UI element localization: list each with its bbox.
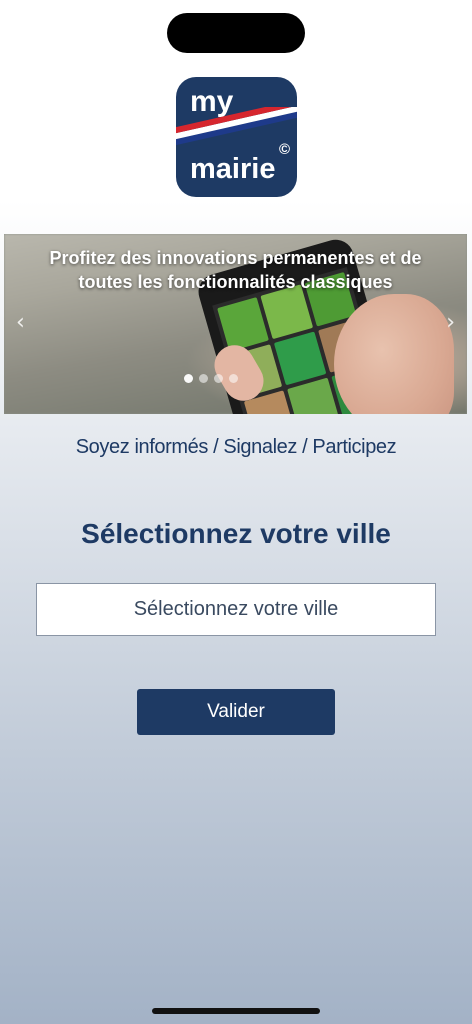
promo-carousel[interactable]: Profitez des innovations permanentes et … xyxy=(4,234,467,414)
app-tile xyxy=(274,331,327,386)
app-logo: my © mairie xyxy=(176,77,297,197)
home-indicator[interactable] xyxy=(152,1008,320,1014)
page-title: Sélectionnez votre ville xyxy=(81,518,391,549)
dynamic-island xyxy=(167,13,305,53)
chevron-left-icon[interactable]: ‹ xyxy=(16,310,25,335)
tagline: Soyez informés / Signalez / Participez xyxy=(75,436,397,458)
city-select[interactable]: Sélectionnez votre ville xyxy=(36,583,436,636)
carousel-dot[interactable] xyxy=(199,374,208,383)
copyright-symbol: © xyxy=(278,141,290,158)
validate-button[interactable]: Valider xyxy=(137,689,335,735)
city-select-placeholder: Sélectionnez votre ville xyxy=(133,598,339,620)
logo-text-mairie: mairie xyxy=(190,153,276,185)
carousel-dot[interactable] xyxy=(214,374,223,383)
app-tile xyxy=(287,378,340,414)
carousel-dot[interactable] xyxy=(229,374,238,383)
carousel-pagination xyxy=(184,374,238,383)
chevron-right-icon[interactable]: › xyxy=(446,310,455,335)
carousel-dot[interactable] xyxy=(184,374,193,383)
carousel-caption: Profitez des innovations permanentes et … xyxy=(49,248,422,292)
app-tile xyxy=(217,296,270,352)
carousel-hand-image xyxy=(334,294,454,414)
